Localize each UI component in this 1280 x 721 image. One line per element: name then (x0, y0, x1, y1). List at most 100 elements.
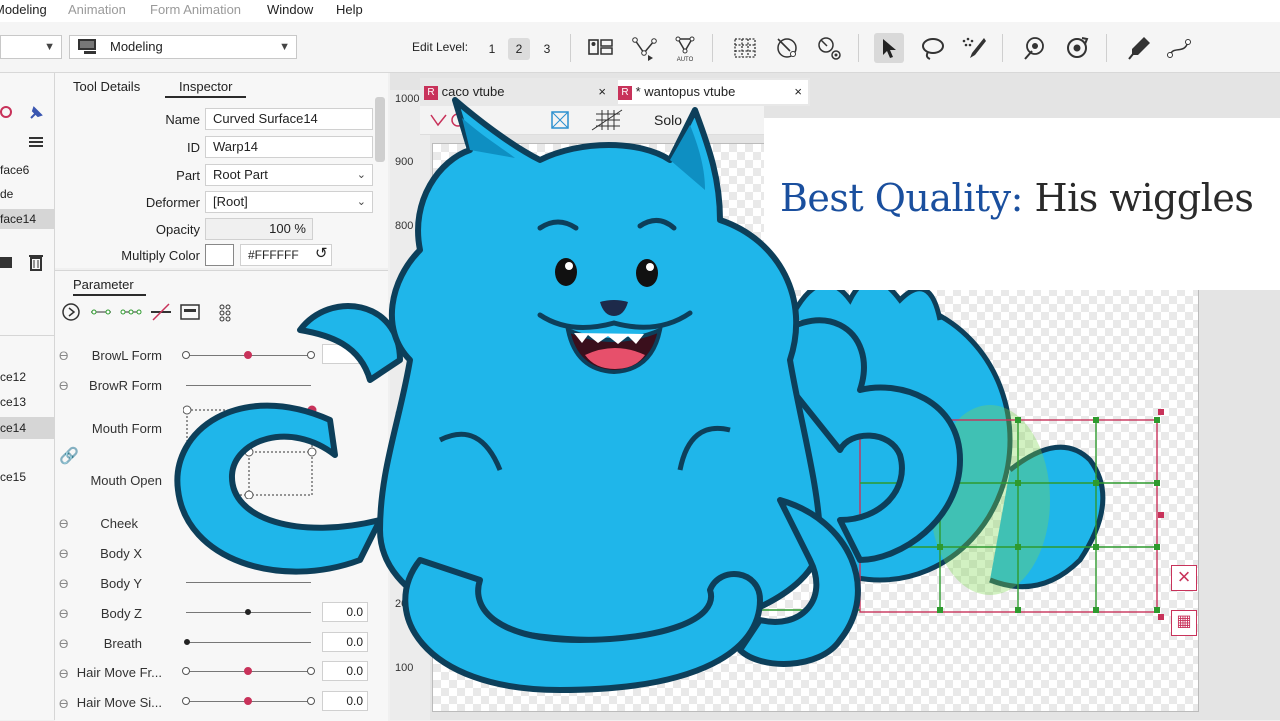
chain-link-icon[interactable]: 🔗 (59, 446, 79, 466)
slider-end-knob[interactable] (182, 697, 190, 705)
deformer-corner-handle[interactable] (1158, 614, 1164, 620)
magic-wand-icon[interactable] (814, 33, 844, 63)
menu-window[interactable]: Window (267, 2, 313, 17)
ruler-number: 300 (395, 536, 414, 548)
lasso-icon[interactable] (918, 33, 948, 63)
folder-icon[interactable] (0, 254, 14, 270)
deformer-edge-handle[interactable] (803, 612, 809, 618)
hamburger-menu-icon[interactable] (28, 135, 44, 149)
param-settings-icon[interactable] (179, 302, 201, 322)
slider-knob[interactable] (245, 609, 251, 615)
texture-atlas-icon[interactable] (586, 33, 616, 63)
tab-inspector[interactable]: Inspector (165, 79, 247, 98)
tab-caco-vtube[interactable]: R caco vtube × (424, 80, 610, 104)
add-keyform-icon[interactable] (89, 304, 113, 320)
deformer-visibility-icon[interactable] (428, 110, 468, 130)
edit-level-3[interactable]: 3 (536, 38, 558, 60)
param-value[interactable]: 0.0 (322, 632, 368, 652)
part-item[interactable]: de (0, 187, 13, 201)
part-item-selected[interactable]: ce14 (0, 417, 54, 439)
menu-help[interactable]: Help (336, 2, 363, 17)
mesh-grid-icon[interactable] (730, 33, 760, 63)
connect-icon[interactable] (1164, 33, 1194, 63)
close-icon[interactable]: × (598, 80, 606, 104)
add-three-keys-icon[interactable] (119, 304, 143, 320)
param-slider-track[interactable] (186, 385, 311, 386)
param-value[interactable]: 0.0 (322, 602, 368, 622)
part-value: Root Part (213, 167, 268, 182)
play-circle-icon[interactable] (61, 302, 81, 322)
reset-icon[interactable]: ↺ (315, 244, 328, 262)
deformer-select[interactable]: [Root] ⌄ (205, 191, 373, 213)
slider-end-knob[interactable] (307, 351, 315, 359)
part-item[interactable]: ce12 (0, 370, 26, 384)
rotate-icon[interactable] (1062, 33, 1092, 63)
param-value[interactable]: 0 (322, 344, 368, 364)
brush-select-icon[interactable] (958, 33, 988, 63)
arrow-select-tool[interactable] (874, 33, 904, 63)
video-caption-banner: Best Quality: His wiggles (764, 118, 1280, 290)
pen-icon[interactable] (1124, 33, 1154, 63)
opacity-label: Opacity (155, 222, 200, 237)
part-item[interactable]: face6 (0, 163, 29, 177)
param-slider-track[interactable] (186, 582, 311, 583)
lasso-select-icon[interactable] (772, 33, 802, 63)
toolbar-separator (570, 34, 571, 62)
slider-knob[interactable] (244, 351, 252, 359)
param-label: Breath (103, 636, 142, 651)
pin-icon[interactable] (28, 105, 44, 121)
slider-knob[interactable] (244, 667, 252, 675)
opacity-field[interactable]: 100 % (205, 218, 313, 240)
menu-modeling[interactable]: Modeling (0, 2, 47, 17)
workspace-select[interactable]: Modeling ▼ (69, 35, 297, 59)
trash-icon[interactable] (28, 253, 44, 271)
transform-box-icon[interactable]: ▦ (1171, 610, 1197, 636)
solo-button[interactable]: Solo (654, 112, 682, 128)
slider-end-knob[interactable] (182, 351, 190, 359)
mouth-2d-keyform-grid[interactable] (183, 404, 317, 499)
left-combo[interactable]: ▼ (0, 35, 62, 59)
param-label: Hair Move Si... (76, 695, 162, 710)
part-item[interactable]: ce13 (0, 395, 26, 409)
deformer-edge-handle[interactable] (1158, 512, 1164, 518)
edit-level-1[interactable]: 1 (481, 38, 503, 60)
part-item[interactable]: ce15 (0, 470, 26, 484)
chevron-down-icon: ▼ (279, 41, 290, 53)
name-field[interactable]: Curved Surface14 (205, 108, 373, 130)
slider-knob[interactable] (244, 697, 252, 705)
ruler-number: 700 (395, 282, 414, 294)
slider-end-knob[interactable] (307, 697, 315, 705)
document-icon: R (424, 85, 438, 100)
slider-knob[interactable] (184, 639, 190, 645)
edit-level-2[interactable]: 2 (508, 38, 530, 60)
param-value[interactable]: 0.0 (322, 691, 368, 711)
auto-mesh-icon[interactable]: AUTO (670, 33, 700, 63)
param-label: BrowL Form (91, 348, 162, 363)
inspector-scrollbar[interactable] (375, 97, 385, 162)
close-icon[interactable]: × (794, 80, 802, 104)
group-icon[interactable] (217, 302, 237, 322)
multiply-color-swatch[interactable] (205, 244, 234, 266)
deformer-corner-handle[interactable] (1158, 409, 1164, 415)
tab-wantopus-vtube[interactable]: R * wantopus vtube × (618, 80, 808, 104)
slider-end-knob[interactable] (182, 667, 190, 675)
grid-icon[interactable] (590, 108, 626, 132)
deform-path-icon[interactable] (630, 33, 660, 63)
mesh-visibility-icon[interactable] (550, 110, 570, 130)
close-deformer-icon[interactable]: × (1171, 565, 1197, 591)
part-select[interactable]: Root Part ⌄ (205, 164, 373, 186)
delete-keys-icon[interactable] (149, 302, 173, 322)
part-item-selected[interactable]: face14 (0, 209, 54, 229)
menu-animation[interactable]: Animation (68, 2, 126, 17)
tab-tool-details[interactable]: Tool Details (73, 79, 140, 94)
param-slider-track[interactable] (186, 642, 311, 643)
menu-form-animation[interactable]: Form Animation (150, 2, 241, 17)
param-label: Mouth Form (91, 421, 162, 436)
id-field[interactable]: Warp14 (205, 136, 373, 158)
ruler-number: 200 (395, 598, 414, 610)
slider-end-knob[interactable] (307, 667, 315, 675)
glue-icon[interactable] (1020, 33, 1050, 63)
tab-parameter[interactable]: Parameter (73, 277, 146, 296)
ruler-number: 400 (395, 472, 414, 484)
param-value[interactable]: 0.0 (322, 661, 368, 681)
